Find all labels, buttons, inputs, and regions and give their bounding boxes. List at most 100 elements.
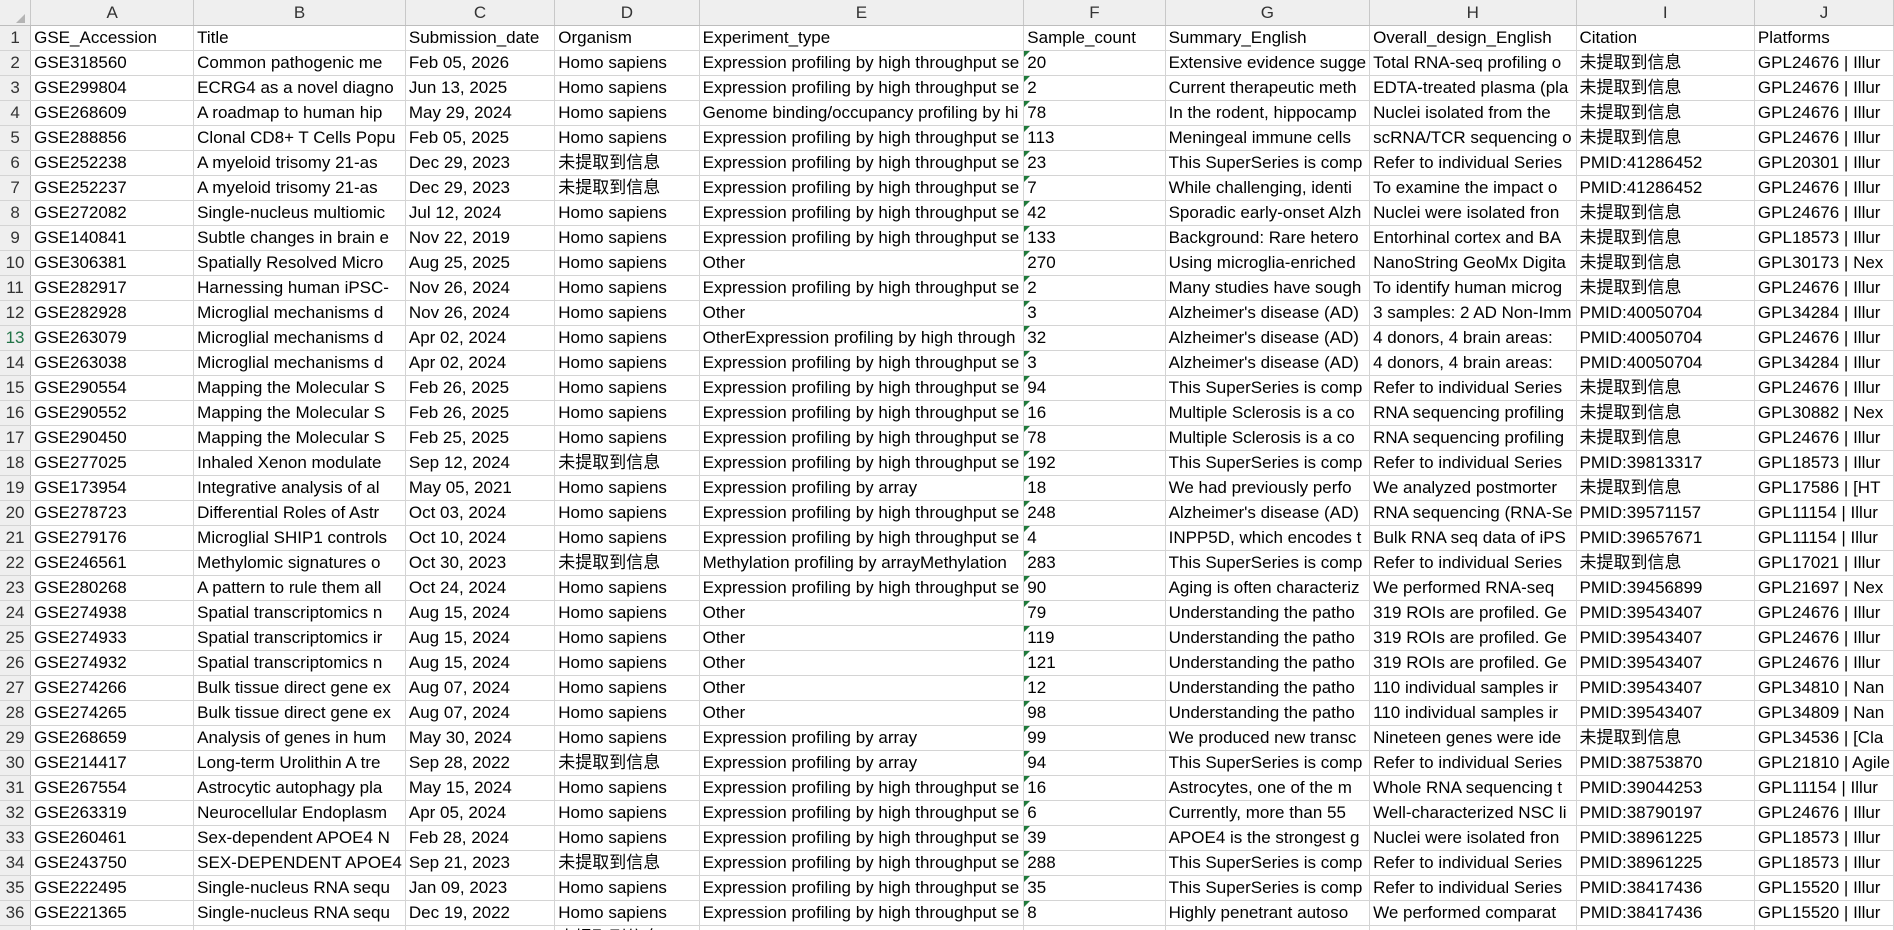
- row-number[interactable]: 33: [0, 825, 32, 851]
- cell[interactable]: Using microglia-enriched: [1165, 250, 1371, 276]
- header-cell[interactable]: Title: [193, 25, 406, 51]
- cell[interactable]: Expression profiling by high throughput …: [699, 900, 1025, 926]
- header-cell[interactable]: Citation: [1576, 25, 1755, 51]
- cell[interactable]: GPL17021 | Illur: [1754, 550, 1894, 576]
- row-number[interactable]: 17: [0, 425, 32, 451]
- cell[interactable]: [1165, 925, 1371, 930]
- cell[interactable]: GSE299804: [30, 75, 195, 101]
- cell[interactable]: Sex-dependent APOE4 N: [193, 825, 406, 851]
- cell[interactable]: Nineteen genes were ide: [1369, 725, 1577, 751]
- cell[interactable]: Refer to individual Series: [1369, 450, 1577, 476]
- cell[interactable]: 110 individual samples ir: [1369, 700, 1577, 726]
- cell[interactable]: Expression profiling by high throughput …: [699, 425, 1025, 451]
- cell[interactable]: GPL34284 | Illur: [1754, 350, 1894, 376]
- cell[interactable]: Mapping the Molecular S: [193, 375, 406, 401]
- cell[interactable]: Spatially Resolved Micro: [193, 250, 406, 276]
- cell[interactable]: Homo sapiens: [554, 675, 700, 701]
- cell[interactable]: [193, 925, 406, 930]
- cell[interactable]: Homo sapiens: [554, 375, 700, 401]
- cell[interactable]: [1754, 925, 1894, 930]
- row-number[interactable]: 4: [0, 100, 32, 126]
- cell[interactable]: 4 donors, 4 brain areas:: [1369, 350, 1577, 376]
- cell[interactable]: GPL34284 | Illur: [1754, 300, 1894, 326]
- cell[interactable]: GPL24676 | Illur: [1754, 425, 1894, 451]
- cell[interactable]: Homo sapiens: [554, 250, 700, 276]
- cell[interactable]: GPL21697 | Nex: [1754, 575, 1894, 601]
- cell[interactable]: GPL17586 | [HT: [1754, 475, 1894, 501]
- cell[interactable]: 23: [1023, 150, 1166, 176]
- cell[interactable]: GPL24676 | Illur: [1754, 650, 1894, 676]
- cell[interactable]: GSE278723: [30, 500, 195, 526]
- row-number[interactable]: 2: [0, 50, 32, 76]
- row-number[interactable]: 20: [0, 500, 32, 526]
- cell[interactable]: GSE274932: [30, 650, 195, 676]
- cell[interactable]: GSE274266: [30, 675, 195, 701]
- cell[interactable]: 4: [1023, 525, 1166, 551]
- cell[interactable]: Homo sapiens: [554, 650, 700, 676]
- cell[interactable]: Expression profiling by array: [699, 475, 1025, 501]
- cell[interactable]: INPP5D, which encodes t: [1165, 525, 1371, 551]
- cell[interactable]: GSE221365: [30, 900, 195, 926]
- cell[interactable]: [1023, 925, 1166, 930]
- cell[interactable]: Total RNA-seq profiling o: [1369, 50, 1577, 76]
- cell[interactable]: 133: [1023, 225, 1166, 251]
- cell[interactable]: PMID:39813317: [1576, 450, 1755, 476]
- cell[interactable]: Homo sapiens: [554, 700, 700, 726]
- row-number[interactable]: 37: [0, 925, 32, 930]
- row-number[interactable]: 24: [0, 600, 32, 626]
- cell[interactable]: GSE288856: [30, 125, 195, 151]
- cell[interactable]: GSE140841: [30, 225, 195, 251]
- cell[interactable]: Homo sapiens: [554, 200, 700, 226]
- cell[interactable]: GPL18573 | Illur: [1754, 850, 1894, 876]
- header-cell[interactable]: Platforms: [1754, 25, 1894, 51]
- cell[interactable]: Apr 02, 2024: [405, 325, 556, 351]
- cell[interactable]: 94: [1023, 375, 1166, 401]
- cell[interactable]: Single-nucleus RNA sequ: [193, 875, 406, 901]
- cell[interactable]: Aug 15, 2024: [405, 625, 556, 651]
- cell[interactable]: 4 donors, 4 brain areas:: [1369, 325, 1577, 351]
- cell[interactable]: Expression profiling by high throughput …: [699, 50, 1025, 76]
- cell[interactable]: PMID:39571157: [1576, 500, 1755, 526]
- cell[interactable]: GSE279176: [30, 525, 195, 551]
- row-number[interactable]: 32: [0, 800, 32, 826]
- cell[interactable]: Other: [699, 650, 1025, 676]
- column-header-f[interactable]: F: [1023, 0, 1166, 26]
- cell[interactable]: Homo sapiens: [554, 900, 700, 926]
- cell[interactable]: Many studies have sough: [1165, 275, 1371, 301]
- cell[interactable]: Homo sapiens: [554, 500, 700, 526]
- cell[interactable]: This SuperSeries is comp: [1165, 875, 1371, 901]
- cell[interactable]: We performed RNA-seq: [1369, 575, 1577, 601]
- cell[interactable]: GPL24676 | Illur: [1754, 175, 1894, 201]
- cell[interactable]: 未提取到信息: [554, 925, 700, 930]
- cell[interactable]: This SuperSeries is comp: [1165, 550, 1371, 576]
- row-number[interactable]: 19: [0, 475, 32, 501]
- cell[interactable]: Homo sapiens: [554, 875, 700, 901]
- cell[interactable]: This SuperSeries is comp: [1165, 450, 1371, 476]
- cell[interactable]: 未提取到信息: [1576, 250, 1755, 276]
- cell[interactable]: 2: [1023, 75, 1166, 101]
- cell[interactable]: Other: [699, 625, 1025, 651]
- cell[interactable]: Expression profiling by high throughput …: [699, 375, 1025, 401]
- cell[interactable]: Other: [699, 700, 1025, 726]
- cell[interactable]: Understanding the patho: [1165, 675, 1371, 701]
- cell[interactable]: Other: [699, 250, 1025, 276]
- cell[interactable]: 8: [1023, 900, 1166, 926]
- cell[interactable]: GSE243750: [30, 850, 195, 876]
- cell[interactable]: 39: [1023, 825, 1166, 851]
- cell[interactable]: GPL34809 | Nan: [1754, 700, 1894, 726]
- cell[interactable]: [1576, 925, 1755, 930]
- cell[interactable]: Expression profiling by high throughput …: [699, 800, 1025, 826]
- cell[interactable]: Spatial transcriptomics n: [193, 650, 406, 676]
- column-header-j[interactable]: J: [1754, 0, 1894, 26]
- cell[interactable]: PMID:39657671: [1576, 525, 1755, 551]
- cell[interactable]: PMID:39543407: [1576, 700, 1755, 726]
- cell[interactable]: While challenging, identi: [1165, 175, 1371, 201]
- cell[interactable]: Expression profiling by high throughput …: [699, 275, 1025, 301]
- cell[interactable]: GSE246561: [30, 550, 195, 576]
- cell[interactable]: Homo sapiens: [554, 125, 700, 151]
- cell[interactable]: Expression profiling by high throughput …: [699, 350, 1025, 376]
- header-cell[interactable]: Summary_English: [1165, 25, 1371, 51]
- cell[interactable]: GSE252237: [30, 175, 195, 201]
- cell[interactable]: May 15, 2024: [405, 775, 556, 801]
- cell[interactable]: 319 ROIs are profiled. Ge: [1369, 600, 1577, 626]
